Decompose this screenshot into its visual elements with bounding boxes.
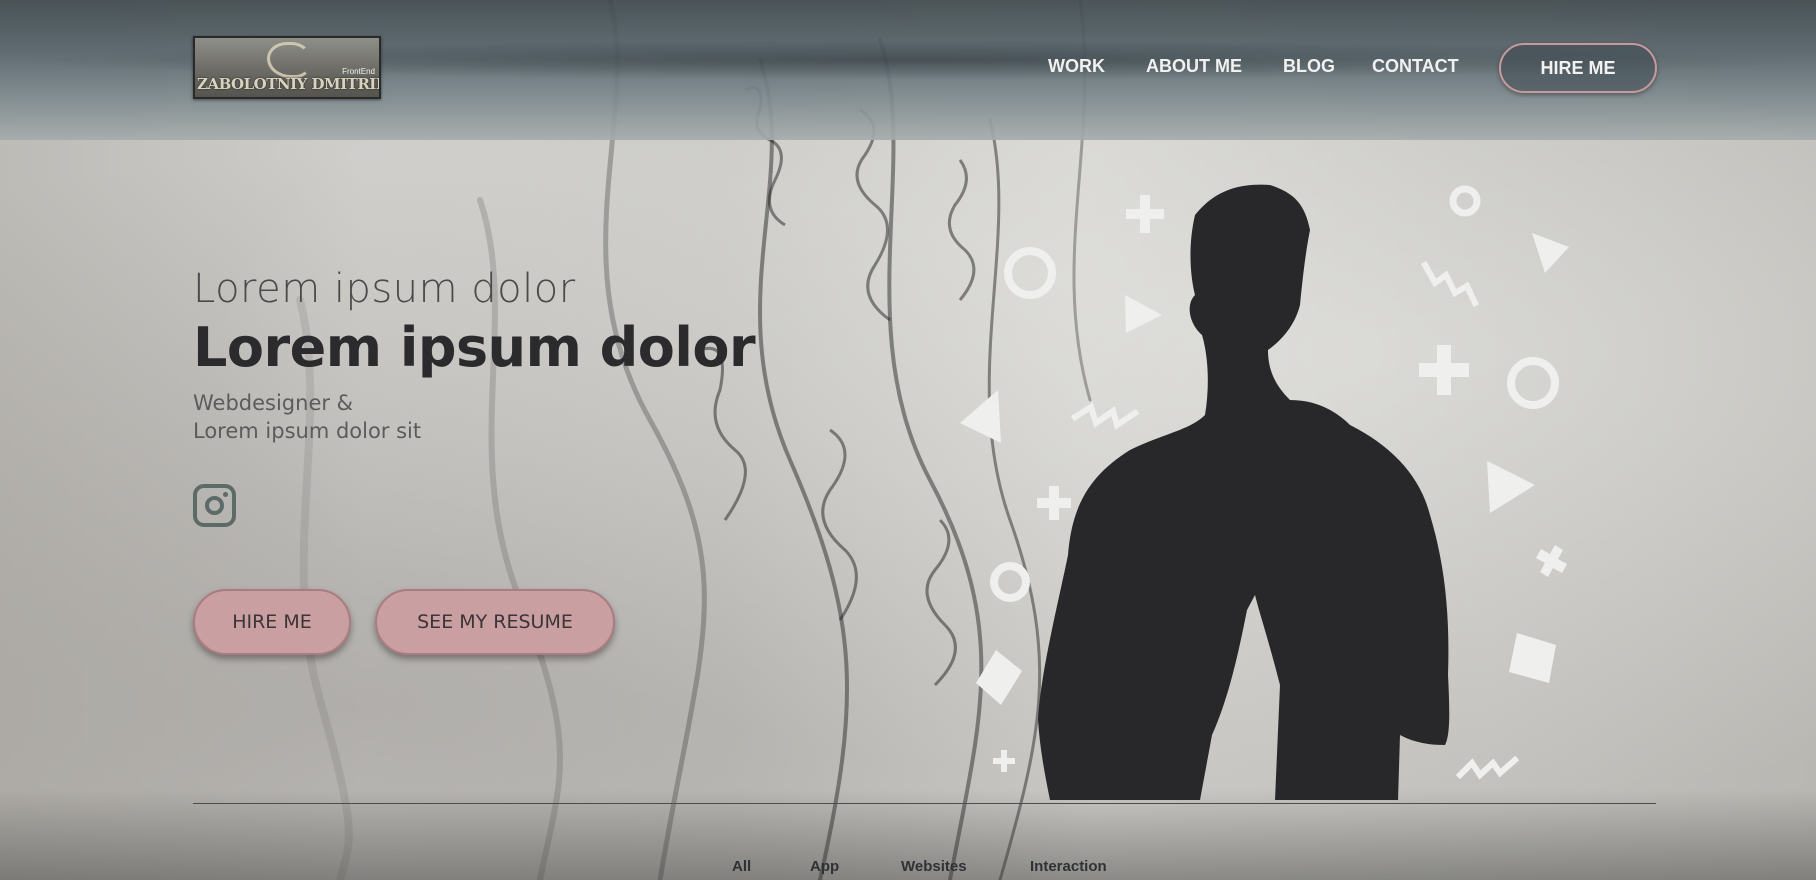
- section-divider: [193, 803, 1656, 804]
- hero-subtitle: Webdesigner & Lorem ipsum dolor sit: [193, 389, 421, 445]
- square-shape: [1509, 633, 1556, 683]
- filter-interaction[interactable]: Interaction: [1030, 858, 1107, 875]
- filter-all[interactable]: All: [732, 858, 751, 875]
- zigzag-shape: [1420, 260, 1479, 307]
- hero-heading-bold: Lorem ipsum dolor: [193, 316, 756, 379]
- instagram-icon[interactable]: [193, 484, 236, 527]
- square-shape: [976, 650, 1022, 705]
- nav-item-work[interactable]: WORK: [1048, 56, 1105, 77]
- hero-subtitle-line-2: Lorem ipsum dolor sit: [193, 419, 422, 443]
- nav-item-contact[interactable]: CONTACT: [1372, 56, 1459, 77]
- see-my-resume-button[interactable]: SEE MY RESUME: [375, 589, 615, 655]
- filter-websites[interactable]: Websites: [901, 858, 967, 875]
- logo-mark-icon: [267, 42, 311, 78]
- hero-subtitle-line-1: Webdesigner &: [193, 391, 354, 415]
- plus-shape: [1419, 345, 1469, 395]
- hire-me-button[interactable]: HIRE ME: [193, 589, 351, 655]
- plus-shape: [1037, 486, 1071, 520]
- filter-app[interactable]: App: [810, 858, 839, 875]
- triangle-shape: [1532, 233, 1569, 273]
- hero-illustration: [960, 184, 1569, 800]
- triangle-shape: [1487, 461, 1535, 513]
- plus-shape: [1126, 195, 1164, 233]
- triangle-shape: [1125, 295, 1162, 333]
- circle-shape: [1004, 247, 1056, 299]
- nav-item-about-me[interactable]: ABOUT ME: [1146, 56, 1242, 77]
- logo-text: ZABOLOTNIY DMITRII: [197, 75, 381, 93]
- header-hire-me-button[interactable]: HIRE ME: [1499, 43, 1657, 93]
- zigzag-shape: [1455, 755, 1520, 780]
- nav-item-blog[interactable]: BLOG: [1283, 56, 1335, 77]
- person-silhouette: [1038, 184, 1450, 800]
- zigzag-shape: [1070, 402, 1140, 430]
- circle-shape: [1449, 185, 1481, 217]
- plus-shape: [1536, 545, 1567, 577]
- plus-shape: [993, 750, 1015, 772]
- circle-shape: [1507, 357, 1559, 409]
- hero-heading-light: Lorem ipsum dolor: [193, 266, 576, 312]
- triangle-shape: [960, 390, 1001, 443]
- circle-shape: [990, 562, 1030, 602]
- site-logo[interactable]: FrontEnd ZABOLOTNIY DMITRII: [193, 36, 381, 99]
